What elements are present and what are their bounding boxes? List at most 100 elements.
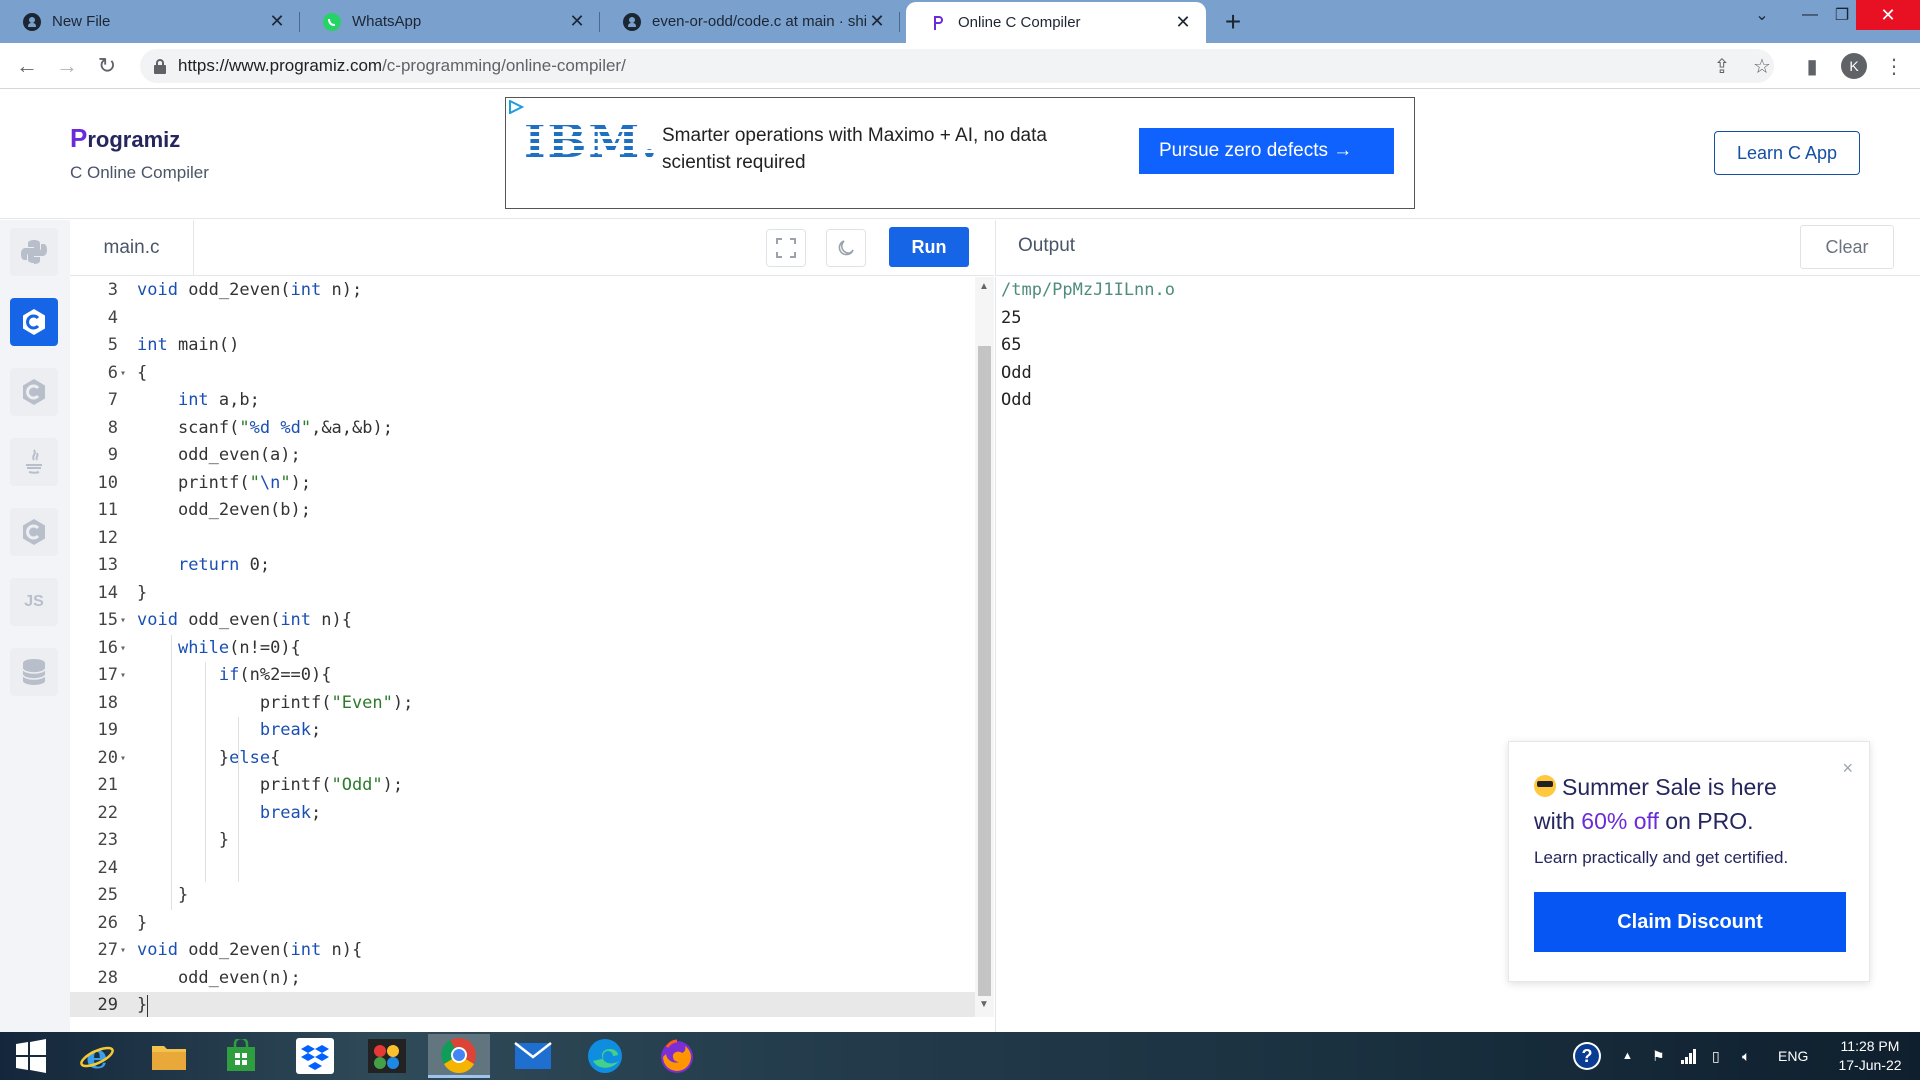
fold-arrow-icon[interactable]: ▾: [120, 745, 132, 773]
restore-icon[interactable]: ❐: [1828, 0, 1856, 30]
fold-arrow-icon[interactable]: ▾: [120, 607, 132, 635]
side-panel-icon[interactable]: ▮: [1800, 54, 1824, 78]
fold-arrow-icon[interactable]: ▾: [120, 360, 132, 388]
firefox-icon[interactable]: [646, 1034, 708, 1078]
code-line[interactable]: 27 ▾ void odd_2even(int n){: [70, 937, 976, 965]
tray-flag-icon[interactable]: ⚑: [1652, 1032, 1665, 1080]
code-line[interactable]: 26}: [70, 910, 976, 938]
menu-kebab-icon[interactable]: ⋮: [1882, 54, 1906, 78]
close-icon[interactable]: ✕: [1172, 12, 1194, 33]
paint-icon[interactable]: [356, 1034, 418, 1078]
output-header: Output Clear: [995, 220, 1920, 276]
csharp-icon[interactable]: [10, 508, 58, 556]
scrollbar-thumb[interactable]: [978, 346, 991, 996]
dark-mode-icon[interactable]: [826, 229, 866, 267]
code-line[interactable]: 8 scanf("%d %d",&a,&b);: [70, 415, 976, 443]
code-line[interactable]: 9 odd_even(a);: [70, 442, 976, 470]
fold-arrow-icon[interactable]: ▾: [120, 937, 132, 965]
tray-expand-icon[interactable]: ▲: [1622, 1032, 1633, 1080]
back-icon[interactable]: ←: [12, 51, 42, 81]
code-editor[interactable]: 3 void odd_2even(int n); 4 5 int main() 6 ▾{7 …: [70, 277, 976, 1020]
js-icon[interactable]: JS: [10, 578, 58, 626]
profile-avatar[interactable]: K: [1841, 53, 1867, 79]
claim-discount-button[interactable]: Claim Discount: [1534, 892, 1846, 952]
tab-new-file[interactable]: New File ✕: [0, 0, 300, 43]
adchoices-icon[interactable]: [508, 100, 524, 114]
line-number: 21: [97, 775, 118, 795]
file-explorer-icon[interactable]: [138, 1034, 200, 1078]
store-icon[interactable]: [210, 1034, 272, 1078]
fullscreen-icon[interactable]: [766, 229, 806, 267]
code-line[interactable]: 3 void odd_2even(int n);: [70, 277, 976, 305]
new-tab-button[interactable]: +: [1220, 0, 1246, 43]
edge-icon[interactable]: [574, 1034, 636, 1078]
volume-icon[interactable]: 🔈︎: [1742, 1032, 1750, 1080]
java-icon[interactable]: [10, 438, 58, 486]
tab-github-code[interactable]: even-or-odd/code.c at main · shi ✕: [600, 0, 900, 43]
code-line[interactable]: 12: [70, 525, 976, 553]
browser-tab-bar: New File ✕ WhatsApp ✕ even-or-odd/code.c…: [0, 0, 1920, 43]
window-close-icon[interactable]: ✕: [1856, 0, 1920, 30]
code-line[interactable]: 14}: [70, 580, 976, 608]
help-icon[interactable]: ?: [1572, 1032, 1602, 1080]
close-icon[interactable]: ✕: [266, 11, 288, 32]
reload-icon[interactable]: ↻: [92, 51, 122, 81]
clear-button[interactable]: Clear: [1800, 225, 1894, 269]
chrome-icon[interactable]: [428, 1034, 490, 1078]
close-icon[interactable]: ✕: [566, 11, 588, 32]
battery-phone-icon[interactable]: ▯: [1712, 1032, 1720, 1080]
database-icon[interactable]: [10, 648, 58, 696]
code-line[interactable]: 29}: [70, 992, 976, 1020]
code-line[interactable]: 6 ▾{: [70, 360, 976, 388]
network-signal-icon[interactable]: [1680, 1032, 1698, 1080]
input-language[interactable]: ENG: [1778, 1032, 1808, 1080]
c-icon[interactable]: [10, 298, 58, 346]
learn-c-app-button[interactable]: Learn C App: [1714, 131, 1860, 175]
code-text: void odd_even(int n){: [137, 610, 352, 630]
editor-toolbar: main.c Run: [70, 220, 994, 276]
code-line[interactable]: 10 printf("\n");: [70, 470, 976, 498]
code-line[interactable]: 13 return 0;: [70, 552, 976, 580]
minimize-icon[interactable]: —: [1796, 0, 1824, 30]
cpp-icon[interactable]: [10, 368, 58, 416]
share-icon[interactable]: ⇪: [1710, 54, 1734, 78]
forward-icon[interactable]: →: [52, 51, 82, 81]
url-host: https://www.programiz.com: [178, 56, 383, 75]
tab-search-icon[interactable]: ⌄: [1748, 0, 1776, 30]
ad-cta-button[interactable]: Pursue zero defects →: [1139, 128, 1394, 174]
tab-online-c-compiler[interactable]: Online C Compiler ✕: [906, 2, 1206, 43]
address-bar[interactable]: https://www.programiz.com/c-programming/…: [140, 49, 1774, 83]
code-line[interactable]: 7 int a,b;: [70, 387, 976, 415]
close-icon[interactable]: ✕: [866, 11, 888, 32]
fold-arrow-icon[interactable]: ▾: [120, 635, 132, 663]
run-button[interactable]: Run: [889, 227, 969, 267]
code-line[interactable]: 16 ▾ while(n!=0){: [70, 635, 976, 663]
code-line[interactable]: 28 odd_even(n);: [70, 965, 976, 993]
dropbox-icon[interactable]: [284, 1034, 346, 1078]
ad-banner[interactable]: IBM. Smarter operations with Maximo + AI…: [505, 97, 1415, 209]
code-line[interactable]: 4: [70, 305, 976, 333]
code-text: return 0;: [177, 555, 271, 575]
line-number: 7: [107, 390, 118, 410]
code-line[interactable]: 15 ▾ void odd_even(int n){: [70, 607, 976, 635]
page-title: C Online Compiler: [70, 163, 209, 182]
mail-icon[interactable]: [502, 1034, 564, 1078]
ie-icon[interactable]: e: [66, 1034, 128, 1078]
bookmark-star-icon[interactable]: ☆: [1750, 54, 1774, 78]
scroll-down-icon[interactable]: ▼: [979, 999, 989, 1010]
code-line[interactable]: 11 odd_2even(b);: [70, 497, 976, 525]
line-number: 14: [97, 582, 118, 603]
fold-arrow-icon[interactable]: ▾: [120, 662, 132, 690]
programiz-logo[interactable]: Programiz: [70, 123, 180, 154]
code-line[interactable]: 25 }: [70, 882, 976, 910]
code-line[interactable]: 5 int main(): [70, 332, 976, 360]
scroll-up-icon[interactable]: ▲: [979, 281, 989, 292]
file-tab-main-c[interactable]: main.c: [70, 220, 194, 276]
tab-whatsapp[interactable]: WhatsApp ✕: [300, 0, 600, 43]
python-icon[interactable]: [10, 228, 58, 276]
taskbar-clock[interactable]: 11:28 PM 17-Jun-22: [1828, 1037, 1912, 1075]
code-text: while(n!=0){: [177, 637, 301, 658]
windows-start-icon[interactable]: [0, 1034, 62, 1078]
editor-scrollbar[interactable]: ▲ ▼: [975, 277, 994, 1017]
close-icon[interactable]: ×: [1842, 758, 1853, 779]
